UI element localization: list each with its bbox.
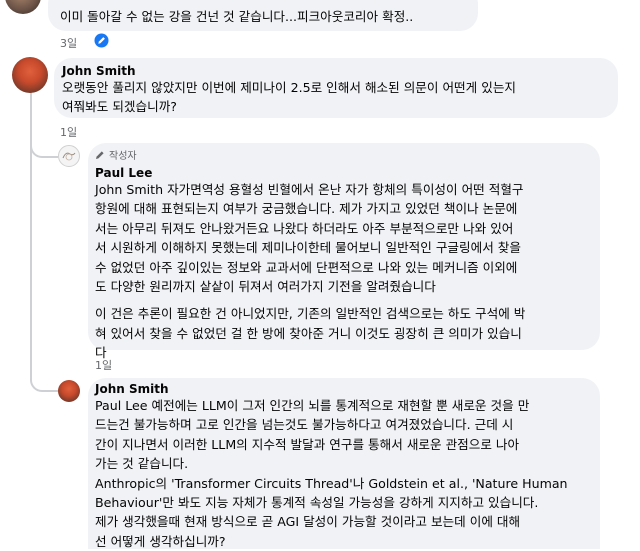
comment-text-line: 수 없었던 아주 깊이있는 정보와 교과서에 단편적으로 나와 있는 메커니즘 … bbox=[95, 259, 518, 275]
comment-author[interactable]: Paul Lee bbox=[95, 166, 588, 180]
comment-timestamp[interactable]: 3일 bbox=[60, 35, 77, 51]
thread-line bbox=[30, 160, 32, 380]
comment-text-line: 제가 생각했을때 현재 방식으로 곧 AGI 달성이 가능할 것이라고 보는데 … bbox=[95, 514, 521, 530]
pen-icon bbox=[95, 150, 105, 160]
avatar[interactable] bbox=[58, 380, 80, 402]
comment-text-line: 간이 지나면서 이러한 LLM의 지수적 발달과 연구를 통해서 새로운 관점으… bbox=[95, 436, 520, 452]
comment-text-line: 도 다양한 원리까지 샅샅이 뒤져서 여러가지 기전을 알려줬습니다 bbox=[95, 279, 436, 295]
comment-bubble: John Smith 오랫동안 풀리지 않았지만 이번에 제미나이 2.5로 인… bbox=[54, 58, 618, 118]
comment-author[interactable]: John Smith bbox=[62, 64, 606, 78]
comment-text-line: 선 어떻게 생각하십니까? bbox=[95, 533, 226, 549]
comment-text-line: 서 시원하게 이해하지 못했는데 제미나이한테 물어보니 일반적인 구글링에서 … bbox=[95, 240, 521, 256]
comment-bubble: 이미 돌아갈 수 없는 강을 건넌 것 같습니다...피크아웃코리아 확정.. bbox=[48, 0, 478, 31]
author-badge: 작성자 bbox=[95, 147, 588, 162]
comment-text-line: 여쭤봐도 되겠습니까? bbox=[62, 99, 177, 115]
comment-text-line: Paul Lee 예전에는 LLM이 그저 인간의 뇌를 통계적으로 재현할 뿐… bbox=[95, 398, 530, 413]
reply-connector bbox=[30, 372, 58, 392]
comment-text-line: Anthropic의 'Transformer Circuits Thread'… bbox=[95, 475, 568, 491]
comment-bubble: John Smith Paul Lee 예전에는 LLM이 그저 인간의 뇌를 … bbox=[88, 378, 600, 549]
comment-text-line: Behaviour'만 봐도 지능 자체가 통계적 속성일 가능성을 강하게 지… bbox=[95, 495, 539, 511]
author-badge-label: 작성자 bbox=[109, 151, 137, 162]
comment-timestamp[interactable]: 1일 bbox=[60, 124, 77, 140]
comment-text-line: 서는 아무리 뒤져도 안나왔거든요 나왔다 하더라도 아주 부분적으로만 나와 … bbox=[95, 220, 514, 236]
comment-text-line: 드는건 불가능하며 고로 인간을 넘는것도 불가능하다고 여겨졌었습니다. 근데… bbox=[95, 417, 514, 433]
comment-text-line: 이 건은 추론이 필요한 건 아니었지만, 기존의 일반적인 검색으로는 하도 … bbox=[95, 306, 526, 322]
comment-author[interactable]: John Smith bbox=[95, 382, 588, 396]
comment-text-line: John Smith 자가면역성 용혈성 빈혈에서 온난 자가 항체의 특이성이… bbox=[95, 182, 524, 197]
avatar[interactable] bbox=[5, 0, 41, 14]
comment-text-line: 혀 있어서 찾을 수 없었던 걸 한 방에 찾아준 거니 이것도 굉장히 큰 의… bbox=[95, 325, 522, 341]
comment-bubble: 작성자 Paul Lee John Smith 자가면역성 용혈성 빈혈에서 온… bbox=[88, 143, 600, 360]
edit-icon[interactable] bbox=[94, 33, 109, 48]
sketch-avatar-icon bbox=[62, 152, 76, 161]
reply-connector bbox=[30, 140, 58, 158]
comment-text: 이미 돌아갈 수 없는 강을 건넌 것 같습니다...피크아웃코리아 확정.. bbox=[60, 9, 414, 24]
comment-timestamp[interactable]: 1일 bbox=[95, 357, 112, 373]
comment-text-line: 가는 것 같습니다. bbox=[95, 456, 189, 472]
comment-text-line: 항원에 대해 표현되는지 여부가 궁금했습니다. 제가 가지고 있었던 책이나 … bbox=[95, 201, 518, 217]
comment-text-line: 다 bbox=[95, 345, 107, 361]
comment-text-line: 오랫동안 풀리지 않았지만 이번에 제미나이 2.5로 인해서 해소된 의문이 … bbox=[62, 80, 516, 95]
avatar[interactable] bbox=[12, 57, 48, 93]
avatar[interactable] bbox=[58, 145, 80, 167]
